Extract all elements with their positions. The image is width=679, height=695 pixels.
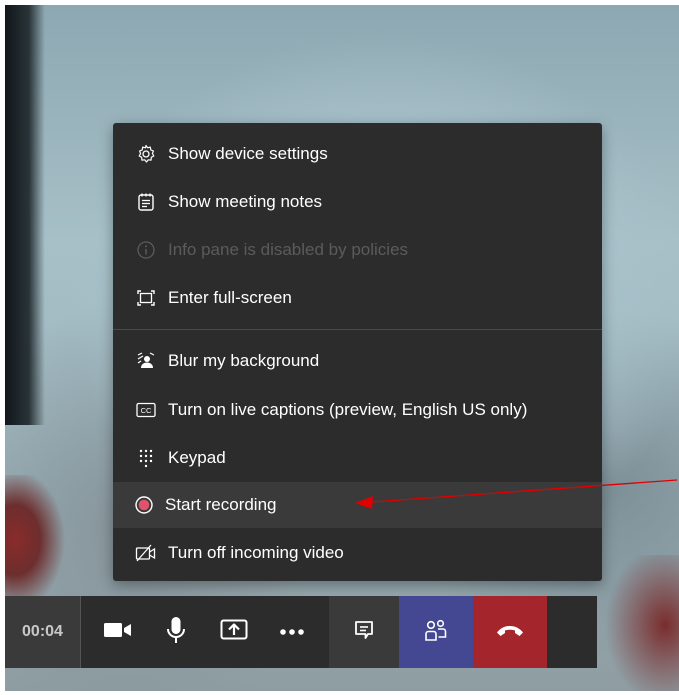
background-shadow [5,5,45,425]
microphone-icon [166,616,186,649]
share-screen-button[interactable] [205,596,263,668]
menu-item-label: Turn off incoming video [168,543,344,562]
participants-button[interactable] [399,596,473,668]
call-timer: 00:04 [5,596,81,668]
info-icon [135,239,157,261]
captions-icon: CC [135,399,157,421]
record-icon [133,494,155,516]
background-object-right [605,555,679,691]
camera-button[interactable] [89,596,147,668]
menu-item-label: Show device settings [168,144,328,163]
fullscreen-icon [135,287,157,309]
video-off-icon [135,542,157,564]
menu-item-show-device-settings[interactable]: Show device settings [113,131,602,177]
more-actions-menu: Show device settings Show meeting notes … [113,123,602,581]
more-options-button[interactable] [263,596,321,668]
menu-item-turn-on-live-captions[interactable]: CC Turn on live captions (preview, Engli… [113,387,602,433]
participants-icon [424,618,448,647]
share-screen-icon [220,618,248,647]
chat-icon [353,619,375,646]
menu-item-blur-my-background[interactable]: Blur my background [113,338,602,384]
call-controls-bar: 00:04 [5,596,597,668]
background-object-left [5,475,65,605]
chat-button[interactable] [329,596,399,668]
menu-item-keypad[interactable]: Keypad [113,435,602,481]
menu-item-enter-full-screen[interactable]: Enter full-screen [113,275,602,321]
menu-item-info-pane-disabled: Info pane is disabled by policies [113,227,602,273]
hang-up-button[interactable] [473,596,547,668]
menu-item-label: Turn on live captions (preview, English … [168,400,528,419]
gear-icon [135,143,157,165]
more-options-icon [279,623,305,641]
notes-icon [135,191,157,213]
svg-text:CC: CC [141,406,152,415]
menu-item-label: Info pane is disabled by policies [168,240,409,259]
keypad-icon [135,447,157,469]
menu-item-label: Keypad [168,448,226,467]
microphone-button[interactable] [147,596,205,668]
menu-item-label: Blur my background [168,351,320,370]
menu-item-show-meeting-notes[interactable]: Show meeting notes [113,179,602,225]
menu-item-turn-off-incoming-video[interactable]: Turn off incoming video [113,530,602,576]
menu-item-label: Enter full-screen [168,288,292,307]
menu-item-label: Show meeting notes [168,192,323,211]
blur-background-icon [135,350,157,372]
camera-icon [103,620,133,645]
menu-item-label: Start recording [165,495,277,514]
menu-item-start-recording[interactable]: Start recording [113,482,602,528]
hang-up-icon [495,623,525,642]
menu-divider [113,329,602,330]
